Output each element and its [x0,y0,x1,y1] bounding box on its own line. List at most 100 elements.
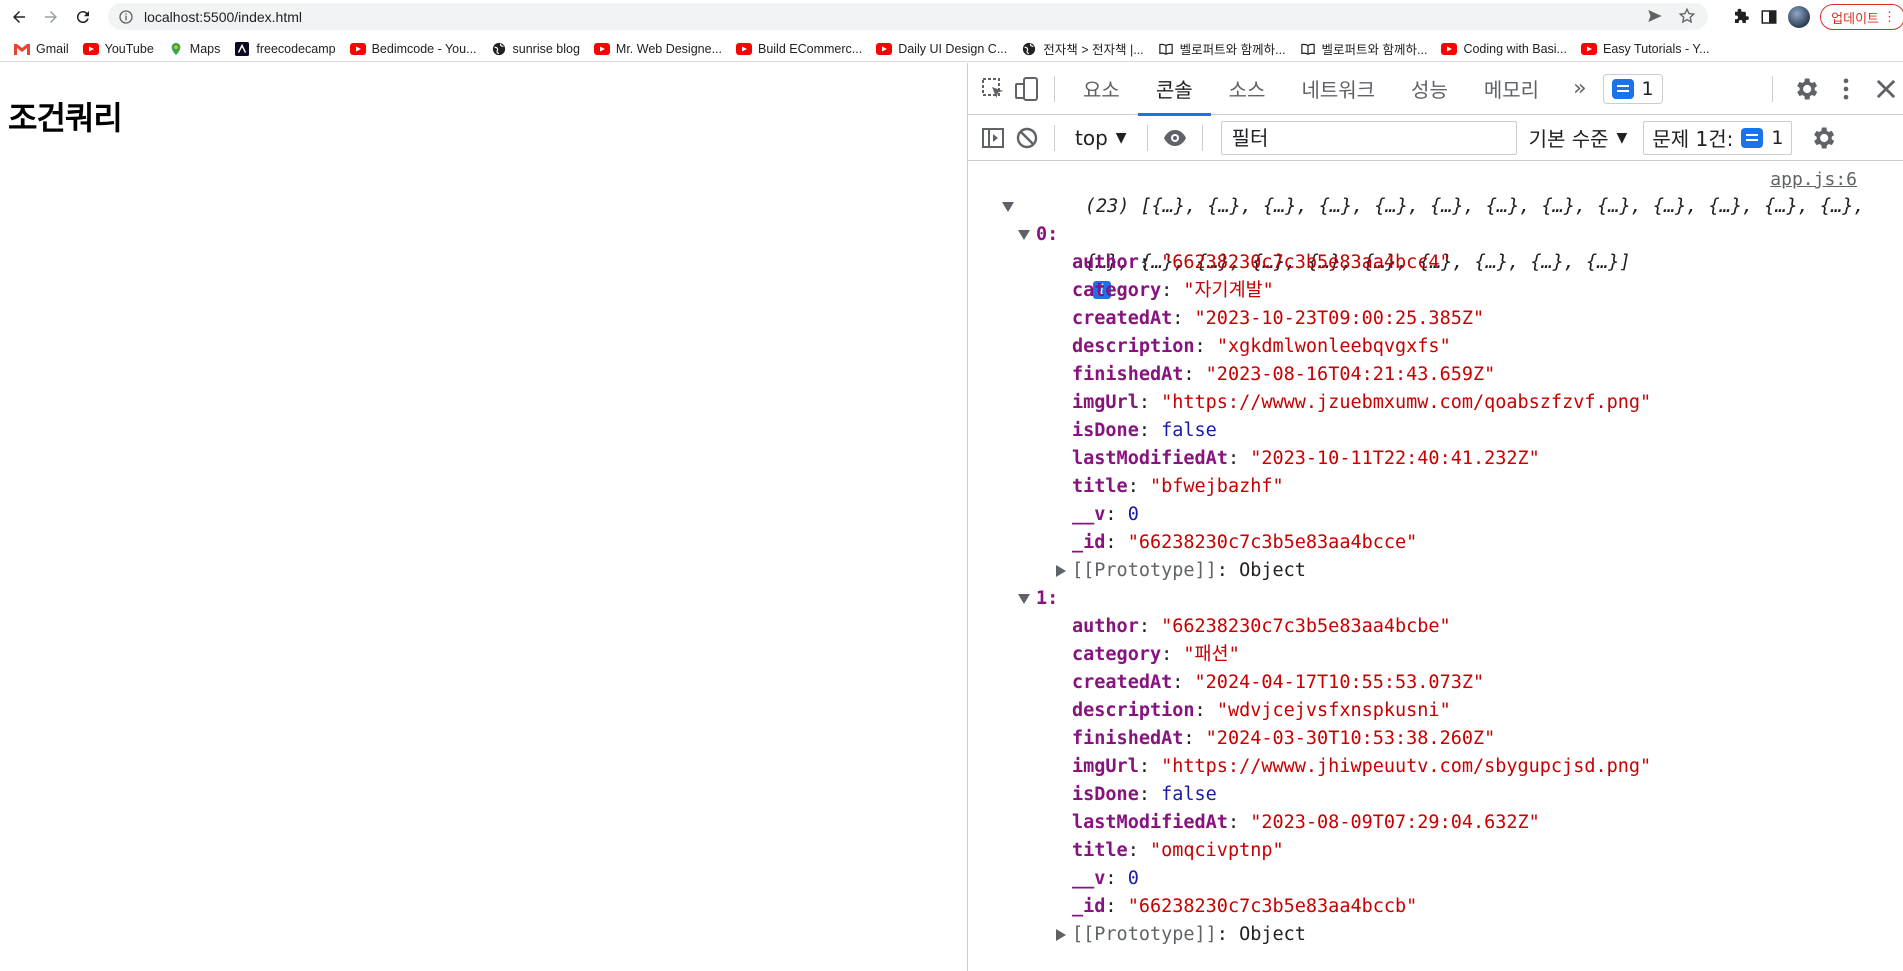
messages-badge[interactable]: 1 [1602,73,1663,104]
maps-icon [168,42,184,56]
bookmark-label: Maps [189,41,221,56]
property-row: lastModifiedAt: "2023-08-09T07:29:04.632… [968,809,1903,837]
tab-3[interactable]: 네트워크 [1283,63,1393,115]
property-value: "omqcivptnp" [1149,840,1284,861]
console-settings-button[interactable] [1806,121,1840,155]
property-value: "2023-08-16T04:21:43.659Z" [1205,364,1496,385]
inspect-element-button[interactable] [976,72,1010,106]
gear-icon [1797,78,1818,100]
address-bar[interactable]: localhost:5500/index.html [108,3,1708,30]
property-key: lastModifiedAt [1072,448,1228,469]
reload-button[interactable] [70,4,96,30]
property-value: 0 [1127,868,1139,889]
page-viewport: 조건쿼리 [0,63,967,971]
update-button[interactable]: 업데이트 ⋮ [1820,4,1903,30]
tab-2[interactable]: 소스 [1211,63,1284,115]
bookmark-item[interactable]: Coding with Basi... [1441,42,1567,56]
property-key: __v [1072,868,1106,889]
log-levels-dropdown[interactable]: 기본 수준 ▼ [1529,123,1628,152]
property-value: "2024-03-30T10:53:38.260Z" [1205,728,1496,749]
property-key: category [1072,280,1162,301]
bookmark-item[interactable]: Daily UI Design C... [876,42,1007,56]
prototype-row[interactable]: [[Prototype]]: Object [968,921,1903,949]
forward-button[interactable] [38,4,64,30]
bookmark-item[interactable]: 벨로퍼트와 함께하... [1300,39,1428,58]
close-devtools-button[interactable] [1869,72,1903,106]
bookmark-item[interactable]: sunrise blog [491,42,580,56]
bookmark-item[interactable]: YouTube [82,42,154,56]
tab-4[interactable]: 성능 [1393,63,1466,115]
array-item-header[interactable]: 1: [968,585,1903,613]
property-key: description [1072,700,1195,721]
inspect-icon [982,77,1003,98]
devtools-tab-list: 요소 콘솔 소스 네트워크 성능 메모리 [1065,63,1557,116]
property-colon: : [1183,728,1206,749]
bookmark-item[interactable]: 벨로퍼트와 함께하... [1158,39,1286,58]
settings-button[interactable] [1789,72,1823,106]
back-button[interactable] [6,4,32,30]
book-icon [1158,42,1174,56]
tab-0[interactable]: 요소 [1065,63,1138,115]
property-row: lastModifiedAt: "2023-10-11T22:40:41.232… [968,445,1903,473]
tab-5[interactable]: 메모리 [1466,63,1557,115]
prototype-row[interactable]: [[Prototype]]: Object [968,557,1903,585]
sidebar-toggle-button[interactable] [976,121,1010,155]
property-key: _id [1072,532,1106,553]
property-key: _id [1072,896,1106,917]
clear-console-button[interactable] [1010,121,1044,155]
globe-icon [1021,42,1037,56]
bookmark-item[interactable]: freecodecamp [234,41,336,56]
context-selector[interactable]: top ▼ [1065,126,1137,150]
property-colon: : [1138,784,1162,805]
expand-triangle-icon[interactable] [1018,594,1030,604]
property-value: "66238230c7c3b5e83aa4bcbe" [1161,616,1451,637]
property-colon: : [1216,560,1240,581]
profile-avatar[interactable] [1788,6,1811,28]
collapsed-triangle-icon[interactable] [1056,929,1066,941]
expand-triangle-icon[interactable] [1002,202,1014,212]
property-value: "2023-10-23T09:00:25.385Z" [1194,308,1485,329]
property-row: __v: 0 [968,501,1903,529]
array-item-header[interactable]: 0: [968,221,1903,249]
divider [1054,75,1055,102]
issues-button[interactable]: 문제 1건: 1 [1643,120,1793,155]
divider [1772,76,1773,102]
freecodecamp-icon [234,41,250,56]
prototype-key: [[Prototype]] [1072,560,1217,581]
youtube-icon [1441,42,1458,56]
collapsed-triangle-icon[interactable] [1056,565,1066,577]
filter-input[interactable] [1220,120,1517,155]
extensions-icon[interactable] [1732,8,1750,26]
divider [1146,124,1148,151]
bookmark-item[interactable]: Mr. Web Designe... [593,42,722,56]
customize-menu-button[interactable] [1829,72,1863,106]
more-tabs-button[interactable]: » [1557,76,1602,101]
send-icon[interactable] [1646,7,1664,25]
bookmark-item[interactable]: Maps [168,41,221,56]
property-row: title: "omqcivptnp" [968,837,1903,865]
property-colon: : [1127,476,1150,497]
live-expression-button[interactable] [1158,121,1192,155]
bookmark-item[interactable]: Gmail [14,42,69,56]
bookmark-item[interactable]: Bedimcode - You... [349,42,477,56]
bookmark-label: 벨로퍼트와 함께하... [1321,43,1428,57]
bookmark-item[interactable]: Easy Tutorials - Y... [1580,41,1710,56]
bookmark-item[interactable]: Build ECommerc... [735,42,862,56]
eye-icon [1163,129,1186,146]
bookmark-label: Easy Tutorials - Y... [1602,41,1710,56]
messages-count: 1 [1641,77,1654,100]
side-panel-icon[interactable] [1760,8,1778,26]
property-key: imgUrl [1072,756,1139,777]
property-colon: : [1127,840,1150,861]
book-icon [1300,42,1316,56]
array-toggle[interactable]: {…}, {…}, {…}, {…}, {…}, {…}, {…}, {…}, … [968,193,1903,299]
property-value: "66238230c7c3b5e83aa4bcce" [1127,532,1418,553]
bookmark-item[interactable]: 전자책 > 전자책 |... [1021,39,1144,58]
device-toolbar-button[interactable] [1010,72,1044,106]
tab-1[interactable]: 콘솔 [1137,63,1211,116]
expand-triangle-icon[interactable] [1018,230,1030,240]
bookmark-label: freecodecamp [256,41,336,56]
site-info-icon[interactable] [118,9,134,25]
star-icon[interactable] [1678,7,1696,25]
youtube-icon [349,42,366,56]
